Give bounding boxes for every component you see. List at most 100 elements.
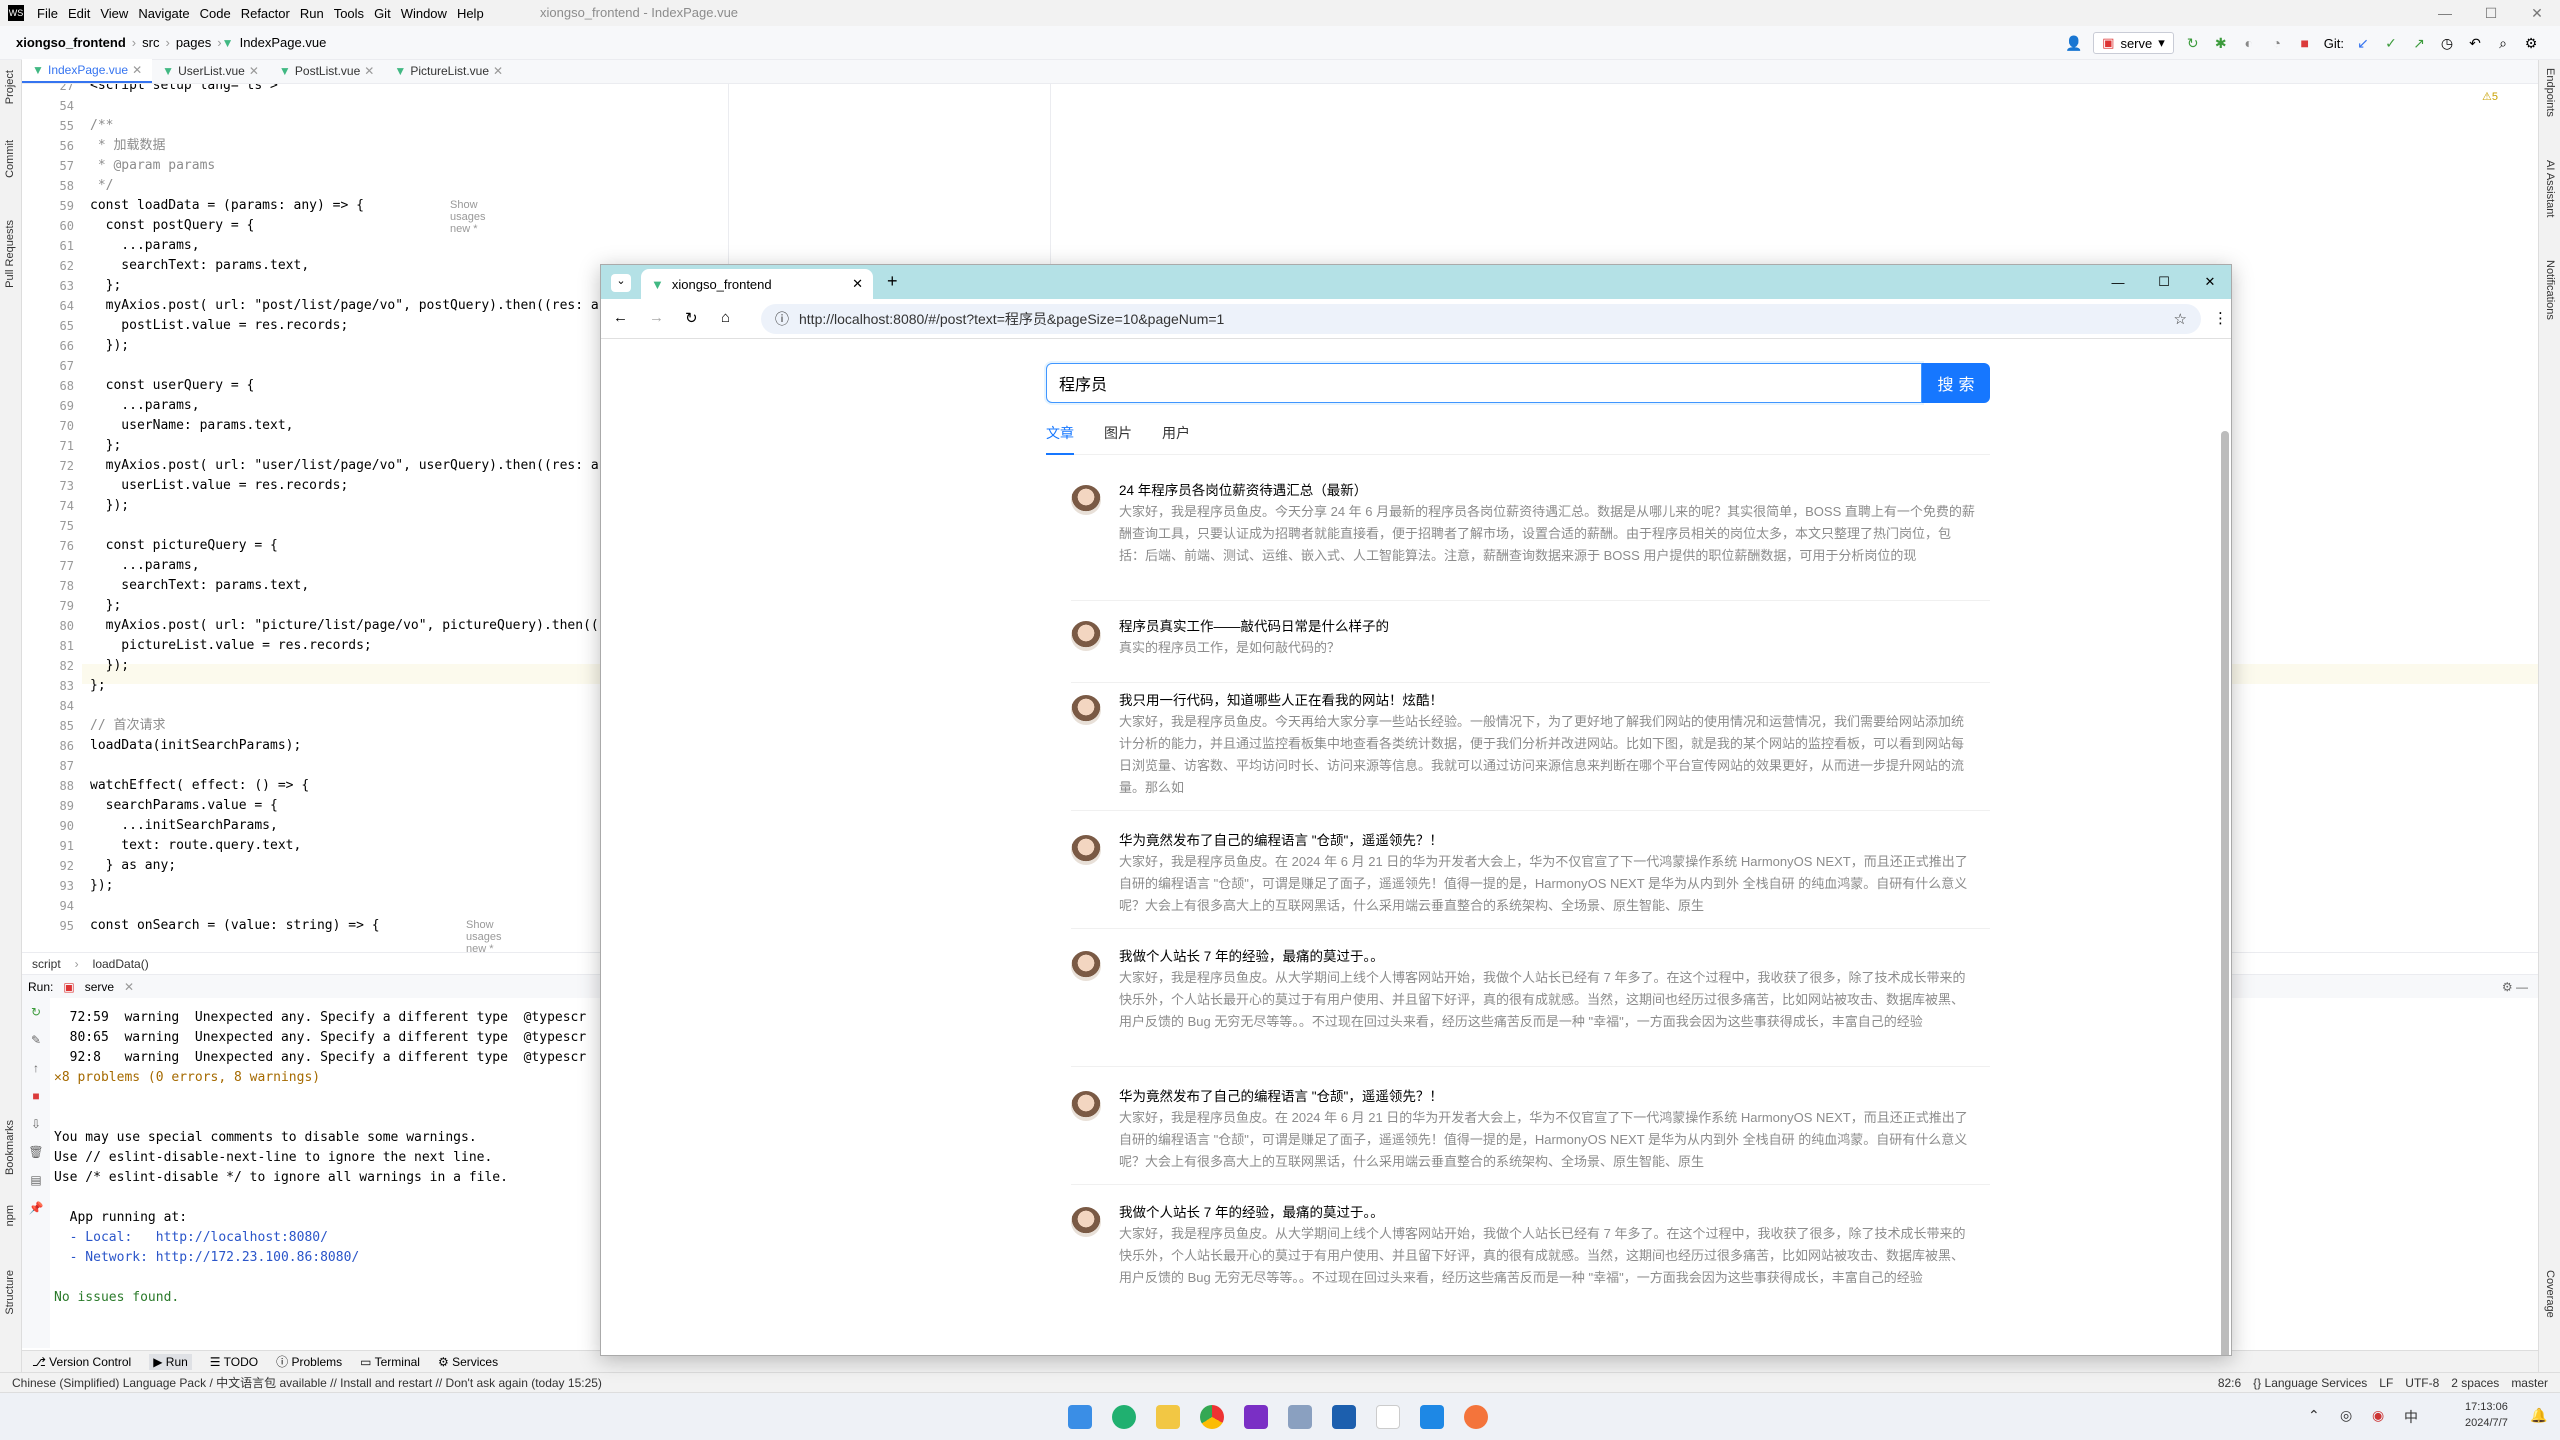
rerun-icon[interactable]: ↻ [22, 998, 50, 1026]
line-number[interactable]: 70 [60, 416, 74, 436]
chrome-icon[interactable] [1200, 1405, 1224, 1429]
tool-todo[interactable]: ☰ TODO [210, 1355, 258, 1369]
post-item[interactable]: 华为竟然发布了自己的编程语言 "仓颉"，遥遥领先？！ 大家好，我是程序员鱼皮。在… [1071, 1085, 1990, 1185]
rerun-icon[interactable]: ↻ [2184, 34, 2202, 52]
line-number[interactable]: 67 [60, 356, 74, 376]
line-number[interactable]: 88 [60, 776, 74, 796]
tool-structure[interactable]: Structure [4, 1270, 16, 1315]
show-usages-hint[interactable]: Show usages new * [466, 919, 501, 952]
code-line[interactable]: myAxios.post( url: "post/list/page/vo", … [90, 296, 607, 316]
line-number[interactable]: 84 [60, 696, 74, 716]
line-number[interactable]: 87 [60, 756, 74, 776]
tool-bookmarks[interactable]: Bookmarks [4, 1120, 16, 1175]
post-item[interactable]: 程序员真实工作——敲代码日常是什么样子的 真实的程序员工作，是如何敲代码的？ [1071, 615, 1990, 683]
user-icon[interactable]: 👤 [2065, 34, 2083, 52]
breadcrumb-loaddata[interactable]: loadData() [93, 957, 149, 971]
tray-network-icon[interactable]: ◎ [2340, 1407, 2352, 1424]
status-encoding[interactable]: UTF-8 [2405, 1376, 2439, 1390]
git-commit-icon[interactable]: ✓ [2382, 34, 2400, 52]
line-number[interactable]: 71 [60, 436, 74, 456]
code-line[interactable]: */ [90, 176, 114, 196]
close-icon[interactable]: ✕ [493, 64, 503, 78]
tool-commit[interactable]: Commit [4, 140, 16, 178]
code-line[interactable]: loadData(initSearchParams); [90, 736, 301, 756]
code-line[interactable]: }); [90, 876, 113, 896]
post-item[interactable]: 我做个人站长 7 年的经验，最痛的莫过于。。 大家好，我是程序员鱼皮。从大学期间… [1071, 945, 1990, 1067]
show-usages-hint[interactable]: Show usages new * [450, 199, 485, 235]
post-title[interactable]: 华为竟然发布了自己的编程语言 "仓颉"，遥遥领先？！ [1119, 829, 1443, 849]
line-number[interactable]: 69 [60, 396, 74, 416]
new-tab-icon[interactable]: + [887, 271, 898, 292]
layout-icon[interactable]: ▤ [22, 1166, 50, 1194]
line-number[interactable]: 64 [60, 296, 74, 316]
browser-tab[interactable]: ▼ xiongso_frontend ✕ [641, 269, 873, 299]
line-number[interactable]: 58 [60, 176, 74, 196]
post-title[interactable]: 我做个人站长 7 年的经验，最痛的莫过于。。 [1119, 945, 1384, 965]
maximize-icon[interactable]: ☐ [2468, 0, 2514, 26]
close-icon[interactable]: ✕ [852, 276, 863, 292]
tab-posts[interactable]: 文章 [1046, 419, 1074, 455]
status-git-branch[interactable]: master [2511, 1376, 2548, 1390]
line-number[interactable]: 91 [60, 836, 74, 856]
code-line[interactable]: userName: params.text, [90, 416, 293, 436]
post-title[interactable]: 我做个人站长 7 年的经验，最痛的莫过于。。 [1119, 1201, 1384, 1221]
close-icon[interactable]: ✕ [364, 64, 374, 78]
profile-icon[interactable]: ◔ [2268, 34, 2286, 52]
scrollbar-thumb[interactable] [2221, 431, 2229, 1355]
menu-file[interactable]: File [32, 6, 63, 21]
post-title[interactable]: 华为竟然发布了自己的编程语言 "仓颉"，遥遥领先？！ [1119, 1085, 1443, 1105]
code-line[interactable]: watchEffect( effect: () => { [90, 776, 309, 796]
breadcrumb-script[interactable]: script [32, 957, 61, 971]
stop-icon[interactable]: ■ [22, 1082, 50, 1110]
line-number[interactable]: 77 [60, 556, 74, 576]
menu-git[interactable]: Git [369, 6, 396, 21]
code-line[interactable]: postList.value = res.records; [90, 316, 348, 336]
tab-users[interactable]: 用户 [1162, 419, 1190, 455]
post-item[interactable]: 24 年程序员各岗位薪资待遇汇总（最新） 大家好，我是程序员鱼皮。今天分享 24… [1071, 479, 1990, 601]
run-config-select[interactable]: ▣ serve ▾ [2093, 32, 2174, 54]
history-icon[interactable]: ◷ [2438, 34, 2456, 52]
code-line[interactable]: pictureList.value = res.records; [90, 636, 371, 656]
line-number[interactable]: 68 [60, 376, 74, 396]
post-item[interactable]: 我只用一行代码，知道哪些人正在看我的网站！炫酷！ 大家好，我是程序员鱼皮。今天再… [1071, 689, 1990, 811]
breadcrumb-src[interactable]: src [136, 35, 165, 50]
typora-icon[interactable] [1376, 1405, 1400, 1429]
minimize-icon[interactable]: — [2095, 265, 2141, 299]
code-line[interactable]: const userQuery = { [90, 376, 255, 396]
tray-input-icon[interactable]: 中 [2404, 1407, 2418, 1427]
code-line[interactable]: /** [90, 116, 113, 136]
code-line[interactable]: text: route.query.text, [90, 836, 301, 856]
code-line[interactable]: * @param params [90, 156, 215, 176]
code-line[interactable]: <script setup lang="ts"> [90, 84, 278, 96]
forward-icon[interactable]: → [649, 309, 664, 326]
tab-indexpage[interactable]: ▼ IndexPage.vue ✕ [22, 59, 153, 83]
tab-postlist[interactable]: ▼ PostList.vue ✕ [269, 59, 384, 83]
close-icon[interactable]: ✕ [2187, 265, 2231, 299]
file-explorer-icon[interactable] [1156, 1405, 1180, 1429]
code-line[interactable]: const onSearch = (value: string) => { [90, 916, 380, 936]
close-icon[interactable]: ✕ [124, 980, 134, 994]
breadcrumb-pages[interactable]: pages [170, 35, 217, 50]
line-number[interactable]: 85 [60, 716, 74, 736]
line-number[interactable]: 78 [60, 576, 74, 596]
line-number[interactable]: 59 [60, 196, 74, 216]
code-line[interactable]: userList.value = res.records; [90, 476, 348, 496]
menu-run[interactable]: Run [295, 6, 329, 21]
maximize-icon[interactable]: ☐ [2141, 265, 2187, 299]
warnings-badge[interactable]: ⚠5 [2482, 90, 2498, 103]
tool-ai-assistant[interactable]: AI Assistant [2544, 160, 2556, 217]
code-line[interactable]: searchParams.value = { [90, 796, 278, 816]
back-icon[interactable]: ← [613, 309, 628, 326]
menu-view[interactable]: View [95, 6, 133, 21]
scroll-end-icon[interactable]: ⇩ [22, 1110, 50, 1138]
menu-code[interactable]: Code [195, 6, 236, 21]
menu-edit[interactable]: Edit [63, 6, 95, 21]
up-icon[interactable]: ↑ [22, 1054, 50, 1082]
post-title[interactable]: 程序员真实工作——敲代码日常是什么样子的 [1119, 615, 1389, 635]
code-line[interactable]: } as any; [90, 856, 176, 876]
line-number[interactable]: 74 [60, 496, 74, 516]
search-icon[interactable]: ⌕ [2494, 34, 2512, 52]
tool-services[interactable]: ⚙ Services [438, 1355, 498, 1369]
line-number[interactable]: 86 [60, 736, 74, 756]
code-line[interactable]: myAxios.post( url: "picture/list/page/vo… [90, 616, 607, 636]
